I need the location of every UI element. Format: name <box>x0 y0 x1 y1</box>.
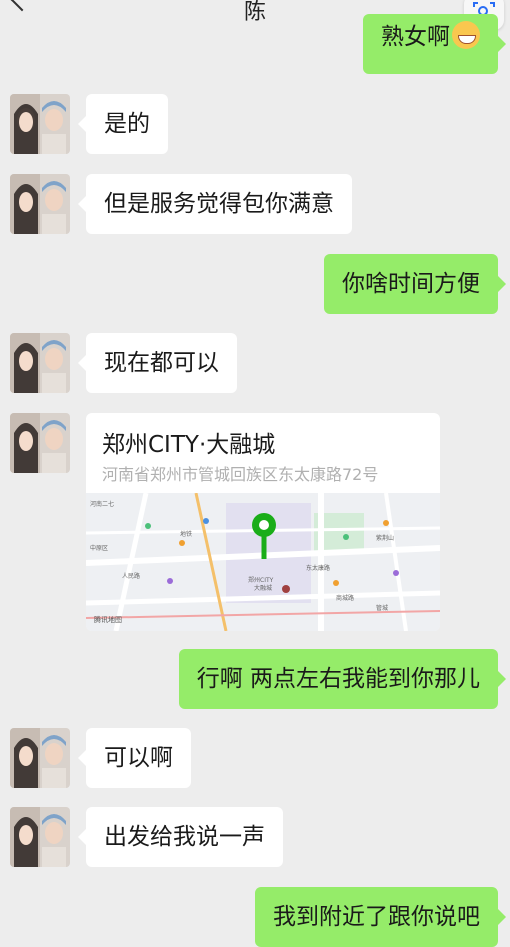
map-label: 东太康路 <box>306 565 331 572</box>
map-label: 地铁 <box>180 531 193 538</box>
outgoing-message-bubble[interactable]: 我到附近了跟你说吧 <box>255 887 506 947</box>
map-label: 人民路 <box>122 573 141 580</box>
contact-avatar[interactable] <box>10 413 70 473</box>
location-map-thumbnail[interactable]: 河南二七 中原区 地铁 郑州CITY 大融城 人民路 东太康路 紫荆山 商城路 … <box>86 492 440 631</box>
map-label: 管城 <box>376 605 389 612</box>
message-text: 但是服务觉得包你满意 <box>104 191 334 217</box>
map-label: 紫荆山 <box>376 535 395 542</box>
incoming-message-bubble[interactable]: 是的 <box>78 94 168 154</box>
incoming-message-bubble[interactable]: 出发给我说一声 <box>78 807 283 867</box>
outgoing-message-bubble[interactable]: 行啊 两点左右我能到你那儿 <box>178 649 507 709</box>
location-address: 河南省郑州市管城回族区东太康路72号 <box>102 465 379 484</box>
incoming-message-bubble[interactable]: 现在都可以 <box>78 333 237 393</box>
map-label: 河南二七 <box>90 501 115 508</box>
message-text: 可以啊 <box>104 745 173 771</box>
outgoing-message-bubble[interactable]: 熟女啊 <box>363 14 506 74</box>
message-text: 是的 <box>104 111 150 137</box>
contact-avatar[interactable] <box>10 333 70 393</box>
contact-avatar[interactable] <box>10 94 70 154</box>
message-text: 出发给我说一声 <box>104 824 265 850</box>
contact-avatar[interactable] <box>10 807 70 867</box>
map-label: 商城路 <box>336 595 355 602</box>
message-text: 行啊 两点左右我能到你那儿 <box>196 666 480 692</box>
contact-avatar[interactable] <box>10 174 70 234</box>
message-text: 我到附近了跟你说吧 <box>273 904 480 930</box>
location-name: 郑州CITY·大融城 <box>102 432 276 458</box>
map-provider-credit: 腾讯地图 <box>94 616 122 624</box>
contact-avatar[interactable] <box>10 728 70 788</box>
map-label: 中原区 <box>90 545 109 552</box>
message-text: 现在都可以 <box>104 350 219 376</box>
outgoing-message-bubble[interactable]: 你啥时间方便 <box>324 254 506 314</box>
location-card[interactable]: 郑州CITY·大融城 河南省郑州市管城回族区东太康路72号 河南二七 中原区 地… <box>86 413 440 631</box>
message-text: 你啥时间方便 <box>342 271 480 297</box>
map-label: 大融城 <box>254 585 273 592</box>
grinning-face-emoji-icon <box>452 21 480 49</box>
incoming-message-bubble[interactable]: 但是服务觉得包你满意 <box>78 174 352 234</box>
incoming-message-bubble[interactable]: 可以啊 <box>78 728 191 788</box>
message-text: 熟女啊 <box>381 24 450 50</box>
